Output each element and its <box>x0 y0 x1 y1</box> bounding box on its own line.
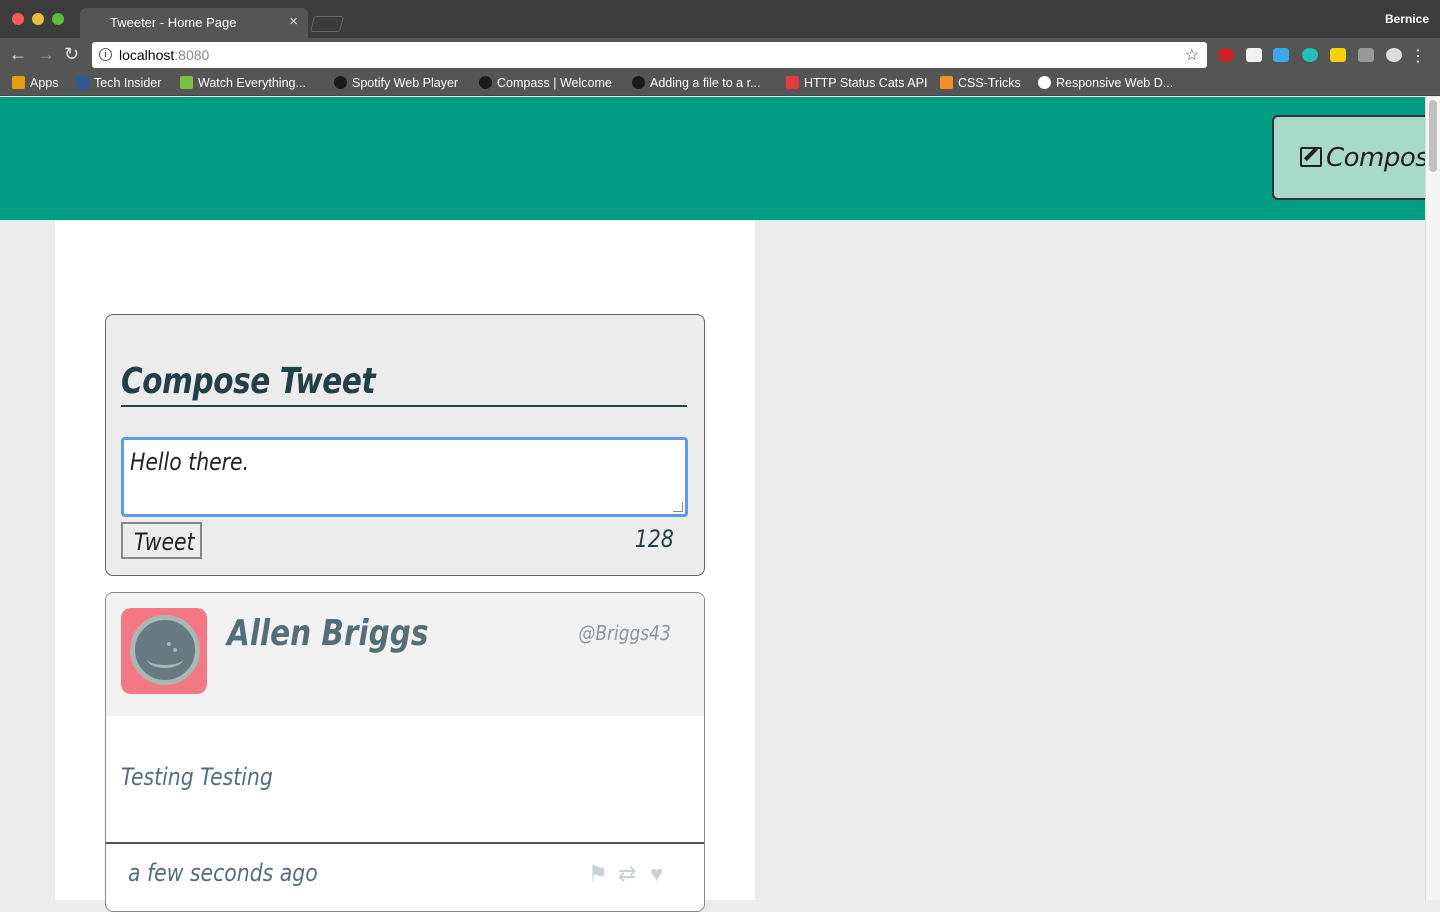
bi-icon <box>76 76 89 89</box>
pencil-square-icon <box>1300 147 1322 167</box>
apps-grid-icon <box>12 76 25 89</box>
compose-label: Compose <box>1326 143 1440 173</box>
address-bar[interactable]: i localhost:8080 ☆ <box>92 42 1207 68</box>
window-close-button[interactable] <box>12 13 24 25</box>
tweet-timestamp: a few seconds ago <box>128 859 318 887</box>
adblock-extension-icon[interactable] <box>1218 48 1234 62</box>
compass-icon <box>479 76 492 89</box>
bookmark-label: Tech Insider <box>94 76 162 90</box>
tweet-header: Allen Briggs @Briggs43 <box>106 593 704 716</box>
bookmark-label: CSS-Tricks <box>958 76 1021 90</box>
menu-kebab-icon[interactable]: ⋮ <box>1410 46 1426 66</box>
tab-title: Tweeter - Home Page <box>110 15 237 30</box>
main-container: Compose Tweet Hello there. Tweet 128 All… <box>55 220 755 912</box>
css-tricks-icon <box>940 76 953 89</box>
resize-handle-icon[interactable] <box>673 502 683 512</box>
tweet-card: Allen Briggs @Briggs43 Testing Testing a… <box>105 592 705 912</box>
spotify-icon <box>334 76 347 89</box>
retweet-icon[interactable]: ⇄ <box>618 861 636 887</box>
browser-titlebar: Tweeter - Home Page × Bernice <box>0 0 1440 38</box>
bookmark-github[interactable]: Adding a file to a r... <box>632 76 761 90</box>
bookmark-star-icon[interactable]: ☆ <box>1185 45 1199 65</box>
page-scrollbar[interactable] <box>1425 97 1440 900</box>
browser-tab-active[interactable]: Tweeter - Home Page × <box>80 8 308 38</box>
compose-tweet-title: Compose Tweet <box>121 361 376 402</box>
responsive-icon <box>1038 76 1051 89</box>
mail-extension-icon[interactable] <box>1246 48 1262 62</box>
window-minimize-button[interactable] <box>32 13 44 25</box>
bookmark-label: Spotify Web Player <box>352 76 459 90</box>
bookmark-label: Responsive Web D... <box>1056 76 1174 90</box>
forward-arrow-icon[interactable]: → <box>37 44 55 65</box>
title-divider <box>121 405 687 407</box>
play-icon <box>180 76 193 89</box>
url-host: localhost <box>119 47 175 63</box>
back-arrow-icon[interactable]: ← <box>9 44 27 65</box>
cat-icon <box>786 76 799 89</box>
bookmark-responsive[interactable]: Responsive Web D... <box>1038 76 1173 90</box>
avatar-eye <box>167 642 171 646</box>
tweet-content: Testing Testing <box>121 763 273 791</box>
url-text: localhost:8080 <box>119 47 209 63</box>
reload-icon[interactable]: ↻ <box>64 44 79 65</box>
avatar <box>121 608 207 694</box>
bookmark-label: Compass | Welcome <box>497 76 612 90</box>
tweet-textarea-value: Hello there. <box>130 448 250 476</box>
circle-extension-icon[interactable] <box>1386 48 1402 62</box>
k-extension-icon[interactable] <box>1358 48 1374 62</box>
tweet-submit-label: Tweet <box>134 528 195 556</box>
yellow-extension-icon[interactable] <box>1330 48 1346 62</box>
bookmark-http-cats[interactable]: HTTP Status Cats API <box>786 76 927 90</box>
bookmark-apps[interactable]: Apps <box>12 76 59 90</box>
tweet-submit-button[interactable]: Tweet <box>121 522 202 559</box>
bookmark-css-tricks[interactable]: CSS-Tricks <box>940 76 1021 90</box>
new-tab-button[interactable] <box>309 16 345 32</box>
tweet-actions: ⚑ ⇄ ♥ <box>588 861 680 887</box>
heart-icon[interactable]: ♥ <box>650 861 663 887</box>
page-viewport: Compose Compose Tweet Hello there. Tweet… <box>0 97 1440 912</box>
avatar-smile <box>147 650 183 668</box>
flag-icon[interactable]: ⚑ <box>588 861 608 887</box>
info-icon[interactable]: i <box>99 48 112 61</box>
window-maximize-button[interactable] <box>52 13 64 25</box>
bookmark-label: HTTP Status Cats API <box>804 76 928 90</box>
tweet-textarea[interactable]: Hello there. <box>121 437 688 517</box>
bookmark-tech-insider[interactable]: Tech Insider <box>76 76 161 90</box>
url-port: :8080 <box>174 47 210 63</box>
bookmark-spotify[interactable]: Spotify Web Player <box>334 76 458 90</box>
character-counter: 128 <box>635 525 674 553</box>
bookmark-watch-everything[interactable]: Watch Everything... <box>180 76 306 90</box>
tweet-footer-divider <box>106 842 704 844</box>
tweet-author-name: Allen Briggs <box>227 613 429 654</box>
new-tweet-section: Compose Tweet Hello there. Tweet 128 <box>105 314 705 576</box>
github-icon <box>632 76 645 89</box>
avatar-face-icon <box>130 615 200 685</box>
scrollbar-thumb[interactable] <box>1429 100 1437 172</box>
bookmark-label: Apps <box>30 76 59 90</box>
bookmark-label: Watch Everything... <box>198 76 306 90</box>
site-header: Compose <box>0 97 1440 220</box>
beta-extension-icon[interactable] <box>1273 48 1289 62</box>
profile-name[interactable]: Bernice <box>1385 12 1429 26</box>
m-extension-icon[interactable] <box>1302 48 1318 62</box>
compose-button[interactable]: Compose <box>1272 115 1440 200</box>
tab-close-icon[interactable]: × <box>289 13 298 30</box>
bookmarks-bar: Apps Tech Insider Watch Everything... Sp… <box>0 72 1440 96</box>
bookmark-compass[interactable]: Compass | Welcome <box>479 76 612 90</box>
browser-toolbar: ← → ↻ i localhost:8080 ☆ ⋮ <box>0 38 1440 72</box>
tweet-author-handle: @Briggs43 <box>578 621 671 645</box>
bookmark-label: Adding a file to a r... <box>650 76 761 90</box>
